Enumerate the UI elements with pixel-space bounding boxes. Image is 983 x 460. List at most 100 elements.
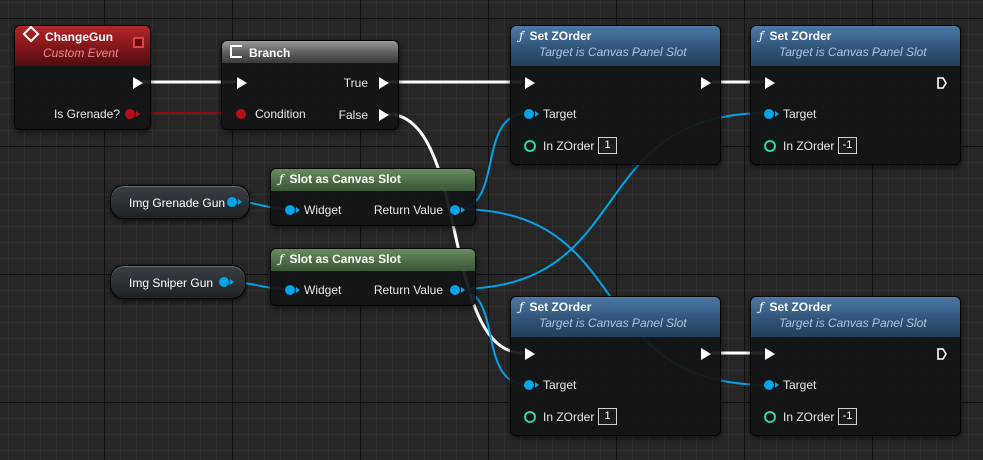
- set-zorder-2-exec-in-pin[interactable]: [765, 77, 775, 89]
- change-gun-event-node[interactable]: ChangeGun Custom Event Is Grenade?: [14, 25, 151, 130]
- set-zorder-1-subtitle: Target is Canvas Panel Slot: [539, 45, 687, 59]
- change-gun-title: ChangeGun: [45, 30, 113, 44]
- img-sniper-gun-getter[interactable]: Img Sniper Gun: [110, 265, 246, 299]
- change-gun-exec-out-pin[interactable]: [133, 77, 143, 89]
- slot-2-widget-label: Widget: [304, 283, 342, 297]
- set-zorder-3-zorder-label: In ZOrder: [543, 410, 595, 424]
- branch-header[interactable]: Branch: [222, 41, 398, 63]
- slot-1-return-pin[interactable]: [450, 205, 460, 215]
- is-grenade-pin[interactable]: [125, 109, 135, 119]
- set-zorder-node-3[interactable]: ƒ Set ZOrder Target is Canvas Panel Slot …: [510, 296, 721, 436]
- branch-true-exec-pin[interactable]: [379, 77, 389, 89]
- set-zorder-1-zorder-input[interactable]: 1: [598, 137, 617, 154]
- set-zorder-1-target-arrow-icon: [535, 111, 539, 117]
- function-icon: ƒ: [519, 29, 524, 43]
- slot-2-title: Slot as Canvas Slot: [289, 252, 401, 266]
- condition-label: Condition: [255, 107, 306, 121]
- branch-exec-in-pin[interactable]: [237, 77, 247, 89]
- set-zorder-1-zorder-label: In ZOrder: [543, 139, 595, 153]
- branch-icon: [230, 45, 242, 58]
- true-label: True: [343, 76, 368, 90]
- slot-1-widget-arrow-icon: [296, 207, 300, 213]
- slot-2-return-pin[interactable]: [450, 285, 460, 295]
- set-zorder-node-1[interactable]: ƒ Set ZOrder Target is Canvas Panel Slot …: [510, 25, 721, 165]
- event-diamond-icon: [22, 26, 40, 43]
- img-grenade-gun-out-pin[interactable]: [227, 197, 237, 207]
- set-zorder-2-target-pin[interactable]: [764, 109, 774, 119]
- set-zorder-1-header[interactable]: ƒ Set ZOrder Target is Canvas Panel Slot: [511, 26, 720, 66]
- set-zorder-3-zorder-input[interactable]: 1: [598, 408, 617, 425]
- img-sniper-gun-out-pin[interactable]: [219, 277, 229, 287]
- set-zorder-1-target-label: Target: [543, 107, 577, 121]
- slot-1-title: Slot as Canvas Slot: [289, 172, 401, 186]
- set-zorder-1-target-pin[interactable]: [524, 109, 534, 119]
- set-zorder-3-zorder-pin[interactable]: [524, 411, 536, 423]
- slot-1-widget-pin[interactable]: [285, 205, 295, 215]
- set-zorder-3-subtitle: Target is Canvas Panel Slot: [539, 316, 687, 330]
- img-grenade-gun-getter[interactable]: Img Grenade Gun: [110, 185, 250, 219]
- branch-node[interactable]: Branch Condition True False: [221, 40, 399, 130]
- function-icon: ƒ: [759, 300, 764, 314]
- set-zorder-3-exec-out-pin[interactable]: [701, 348, 711, 360]
- set-zorder-4-zorder-pin[interactable]: [764, 411, 776, 423]
- slot-1-return-arrow-icon: [461, 207, 465, 213]
- set-zorder-4-title: Set ZOrder: [769, 300, 832, 314]
- img-grenade-gun-pin-arrow-icon: [238, 199, 242, 205]
- set-zorder-2-header[interactable]: ƒ Set ZOrder Target is Canvas Panel Slot: [751, 26, 960, 66]
- set-zorder-3-target-pin[interactable]: [524, 380, 534, 390]
- set-zorder-4-zorder-input[interactable]: -1: [838, 408, 857, 425]
- set-zorder-3-target-arrow-icon: [535, 382, 539, 388]
- slot-1-return-label: Return Value: [373, 203, 443, 217]
- set-zorder-1-title: Set ZOrder: [529, 29, 592, 43]
- branch-false-exec-pin[interactable]: [379, 109, 389, 121]
- set-zorder-3-target-label: Target: [543, 378, 577, 392]
- set-zorder-2-title: Set ZOrder: [769, 29, 832, 43]
- slot-2-widget-pin[interactable]: [285, 285, 295, 295]
- set-zorder-4-header[interactable]: ƒ Set ZOrder Target is Canvas Panel Slot: [751, 297, 960, 337]
- set-zorder-2-zorder-input[interactable]: -1: [838, 137, 857, 154]
- branch-title: Branch: [249, 46, 291, 60]
- set-zorder-3-title: Set ZOrder: [529, 300, 592, 314]
- set-zorder-4-zorder-label: In ZOrder: [783, 410, 835, 424]
- change-gun-header[interactable]: ChangeGun Custom Event: [15, 26, 150, 66]
- slot-2-header[interactable]: ƒ Slot as Canvas Slot: [271, 249, 475, 271]
- slot-1-header[interactable]: ƒ Slot as Canvas Slot: [271, 169, 475, 191]
- function-icon: ƒ: [279, 252, 284, 266]
- set-zorder-1-exec-in-pin[interactable]: [525, 77, 535, 89]
- set-zorder-4-exec-out-pin[interactable]: [937, 348, 947, 360]
- set-zorder-3-header[interactable]: ƒ Set ZOrder Target is Canvas Panel Slot: [511, 297, 720, 337]
- set-zorder-1-zorder-pin[interactable]: [524, 140, 536, 152]
- slot-as-canvas-slot-node-1[interactable]: ƒ Slot as Canvas Slot Widget Return Value: [270, 168, 476, 226]
- slot-2-return-arrow-icon: [461, 287, 465, 293]
- img-sniper-gun-pin-arrow-icon: [230, 279, 234, 285]
- set-zorder-2-subtitle: Target is Canvas Panel Slot: [779, 45, 927, 59]
- function-icon: ƒ: [519, 300, 524, 314]
- slot-1-widget-label: Widget: [304, 203, 342, 217]
- set-zorder-2-exec-out-pin[interactable]: [937, 77, 947, 89]
- is-grenade-pin-arrow-icon: [136, 111, 140, 117]
- set-zorder-4-exec-in-pin[interactable]: [765, 348, 775, 360]
- change-gun-subtitle: Custom Event: [43, 46, 119, 60]
- set-zorder-2-target-label: Target: [783, 107, 817, 121]
- set-zorder-4-target-label: Target: [783, 378, 817, 392]
- slot-2-return-label: Return Value: [373, 283, 443, 297]
- false-label: False: [338, 108, 368, 122]
- slot-2-widget-arrow-icon: [296, 287, 300, 293]
- is-grenade-label: Is Grenade?: [53, 107, 120, 121]
- slot-as-canvas-slot-node-2[interactable]: ƒ Slot as Canvas Slot Widget Return Value: [270, 248, 476, 306]
- set-zorder-3-exec-in-pin[interactable]: [525, 348, 535, 360]
- exec-wire-false-setz3: [386, 112, 524, 355]
- set-zorder-2-zorder-pin[interactable]: [764, 140, 776, 152]
- set-zorder-node-4[interactable]: ƒ Set ZOrder Target is Canvas Panel Slot …: [750, 296, 961, 436]
- set-zorder-1-exec-out-pin[interactable]: [701, 77, 711, 89]
- function-icon: ƒ: [759, 29, 764, 43]
- set-zorder-2-zorder-label: In ZOrder: [783, 139, 835, 153]
- set-zorder-4-target-arrow-icon: [775, 382, 779, 388]
- set-zorder-4-target-pin[interactable]: [764, 380, 774, 390]
- img-grenade-gun-label: Img Grenade Gun: [129, 196, 226, 210]
- set-zorder-node-2[interactable]: ƒ Set ZOrder Target is Canvas Panel Slot …: [750, 25, 961, 165]
- function-icon: ƒ: [279, 172, 284, 186]
- delegate-pin-icon[interactable]: [133, 37, 144, 48]
- img-sniper-gun-label: Img Sniper Gun: [129, 276, 214, 290]
- condition-pin[interactable]: [236, 109, 246, 119]
